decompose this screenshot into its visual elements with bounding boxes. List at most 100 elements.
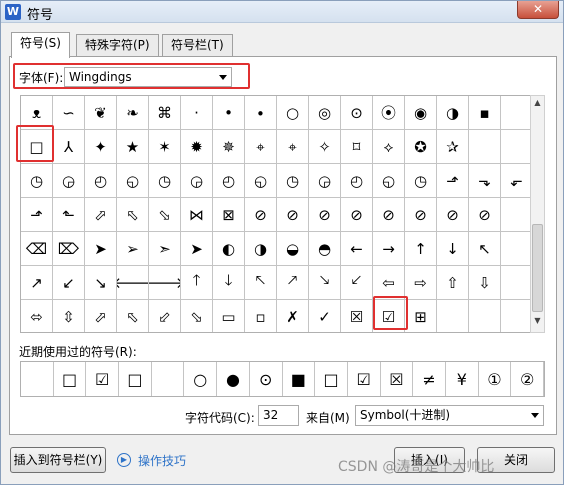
symbol-cell[interactable]: ◑ [245, 232, 277, 266]
symbol-cell[interactable]: ◷ [149, 164, 181, 198]
symbol-cell[interactable]: ◷ [405, 164, 437, 198]
symbol-cell[interactable]: ⬁ [117, 198, 149, 232]
recent-symbol-cell[interactable]: ○ [184, 362, 218, 396]
symbol-cell[interactable]: ❧ [117, 96, 149, 130]
symbol-cell[interactable] [501, 232, 531, 266]
symbol-cell[interactable]: ◓ [309, 232, 341, 266]
tab-special-chars[interactable]: 特殊字符(P) [76, 34, 159, 56]
recent-symbol-cell[interactable] [21, 362, 54, 396]
symbol-cell[interactable]: ⬀ [85, 198, 117, 232]
symbol-cell[interactable]: ✪ [405, 130, 437, 164]
symbol-cell[interactable]: ⬏ [21, 198, 53, 232]
symbol-cell[interactable]: ⬄ [21, 300, 53, 332]
symbol-cell[interactable]: ☒ [341, 300, 373, 332]
symbol-cell[interactable]: ◑ [437, 96, 469, 130]
recent-symbol-cell[interactable]: ≠ [413, 362, 446, 396]
symbol-cell[interactable]: ⊘ [341, 198, 373, 232]
symbol-cell[interactable]: ○ [277, 96, 309, 130]
symbol-cell[interactable]: ⋈ [181, 198, 213, 232]
recent-symbol-cell[interactable]: ① [479, 362, 512, 396]
symbol-cell[interactable]: ◷ [21, 164, 53, 198]
symbol-cell[interactable]: ⬑ [53, 198, 85, 232]
symbol-cell[interactable]: ❦ [85, 96, 117, 130]
symbol-cell[interactable]: ⦿ [373, 96, 405, 130]
symbol-cell[interactable]: ⊘ [245, 198, 277, 232]
symbol-cell[interactable]: · [181, 96, 213, 130]
symbol-cell[interactable] [501, 300, 531, 332]
scroll-thumb[interactable] [532, 224, 543, 312]
symbol-cell[interactable]: ✰ [437, 130, 469, 164]
symbol-cell[interactable]: ◐ [213, 232, 245, 266]
symbol-cell[interactable]: ◶ [53, 164, 85, 198]
insert-to-symbol-bar-button[interactable]: 插入到符号栏(Y) [10, 447, 106, 473]
symbol-cell[interactable]: ✧ [309, 130, 341, 164]
symbol-cell[interactable]: ⌖ [277, 130, 309, 164]
symbol-cell[interactable] [469, 300, 501, 332]
recent-symbol-cell[interactable]: ☒ [381, 362, 414, 396]
symbol-cell[interactable]: ⌫ [21, 232, 53, 266]
symbol-cell[interactable]: ⌖ [245, 130, 277, 164]
symbol-cell[interactable]: ➤ [181, 232, 213, 266]
symbol-cell[interactable]: 🡖 [309, 266, 341, 300]
symbol-cell[interactable]: ⬏ [437, 164, 469, 198]
symbol-cell[interactable]: ◴ [85, 164, 117, 198]
symbol-cell[interactable]: ➢ [117, 232, 149, 266]
symbol-cell[interactable]: ⌘ [149, 96, 181, 130]
grid-scrollbar[interactable]: ▲ ▼ [530, 95, 545, 333]
symbol-cell[interactable]: ◶ [181, 164, 213, 198]
symbol-cell[interactable]: ↓ [437, 232, 469, 266]
recent-symbol-cell[interactable]: ● [217, 362, 250, 396]
symbol-cell[interactable]: ➤ [85, 232, 117, 266]
symbol-cell[interactable]: ⊘ [373, 198, 405, 232]
symbol-cell[interactable]: ← [341, 232, 373, 266]
scroll-up-icon[interactable]: ▲ [531, 98, 544, 112]
symbol-cell[interactable]: ⊘ [437, 198, 469, 232]
recent-symbol-cell[interactable]: ☑ [86, 362, 120, 396]
symbol-cell[interactable]: ⬂ [181, 300, 213, 332]
symbol-cell[interactable] [501, 266, 531, 300]
symbol-cell[interactable]: 🡕 [277, 266, 309, 300]
symbol-cell[interactable]: ◷ [277, 164, 309, 198]
symbol-cell[interactable]: ⟡ [373, 130, 405, 164]
symbol-cell[interactable]: 🡗 [341, 266, 373, 300]
recent-symbol-cell[interactable]: □ [54, 362, 87, 396]
symbol-cell[interactable]: ⬁ [117, 300, 149, 332]
symbol-cell[interactable]: ⬂ [149, 198, 181, 232]
symbol-cell[interactable]: ⇩ [469, 266, 501, 300]
symbol-cell[interactable]: ∙ [245, 96, 277, 130]
symbol-cell[interactable] [501, 198, 531, 232]
symbol-cell[interactable] [437, 300, 469, 332]
symbol-cell[interactable] [501, 130, 531, 164]
symbol-cell[interactable]: ◵ [373, 164, 405, 198]
symbol-cell[interactable]: ◵ [245, 164, 277, 198]
scroll-down-icon[interactable]: ▼ [531, 316, 544, 330]
symbol-cell[interactable]: ⬀ [85, 300, 117, 332]
symbol-cell[interactable]: ∽ [53, 96, 85, 130]
recent-symbol-cell[interactable]: ☑ [348, 362, 381, 396]
recent-symbol-cell[interactable]: ¥ [446, 362, 479, 396]
symbol-cell[interactable]: 🡐 [117, 266, 149, 300]
symbol-cell[interactable]: ⊞ [405, 300, 437, 332]
symbol-cell[interactable]: ⬎ [469, 164, 501, 198]
symbol-cell[interactable]: ☑ [373, 300, 405, 332]
symbol-cell[interactable] [501, 96, 531, 130]
font-select[interactable]: Wingdings [64, 67, 232, 87]
tips-icon[interactable]: ▶ [117, 453, 131, 467]
recent-symbol-cell[interactable] [152, 362, 185, 396]
symbol-cell[interactable]: ➣ [149, 232, 181, 266]
symbol-cell[interactable]: ⇧ [437, 266, 469, 300]
symbol-cell[interactable]: ✓ [309, 300, 341, 332]
symbol-cell[interactable] [469, 130, 501, 164]
recent-symbol-cell[interactable]: ⊙ [250, 362, 283, 396]
symbol-cell[interactable]: ✵ [213, 130, 245, 164]
symbol-cell[interactable]: ↘ [85, 266, 117, 300]
symbol-cell[interactable]: ★ [117, 130, 149, 164]
tab-symbol-bar[interactable]: 符号栏(T) [162, 34, 233, 56]
symbol-cell[interactable]: □ [21, 130, 53, 164]
symbol-cell[interactable]: ◴ [213, 164, 245, 198]
symbol-cell[interactable]: ⊘ [309, 198, 341, 232]
symbol-cell[interactable]: → [373, 232, 405, 266]
symbol-cell[interactable]: ⇦ [373, 266, 405, 300]
from-select[interactable]: Symbol(十进制) [355, 405, 544, 426]
recent-symbol-cell[interactable]: ② [511, 362, 544, 396]
